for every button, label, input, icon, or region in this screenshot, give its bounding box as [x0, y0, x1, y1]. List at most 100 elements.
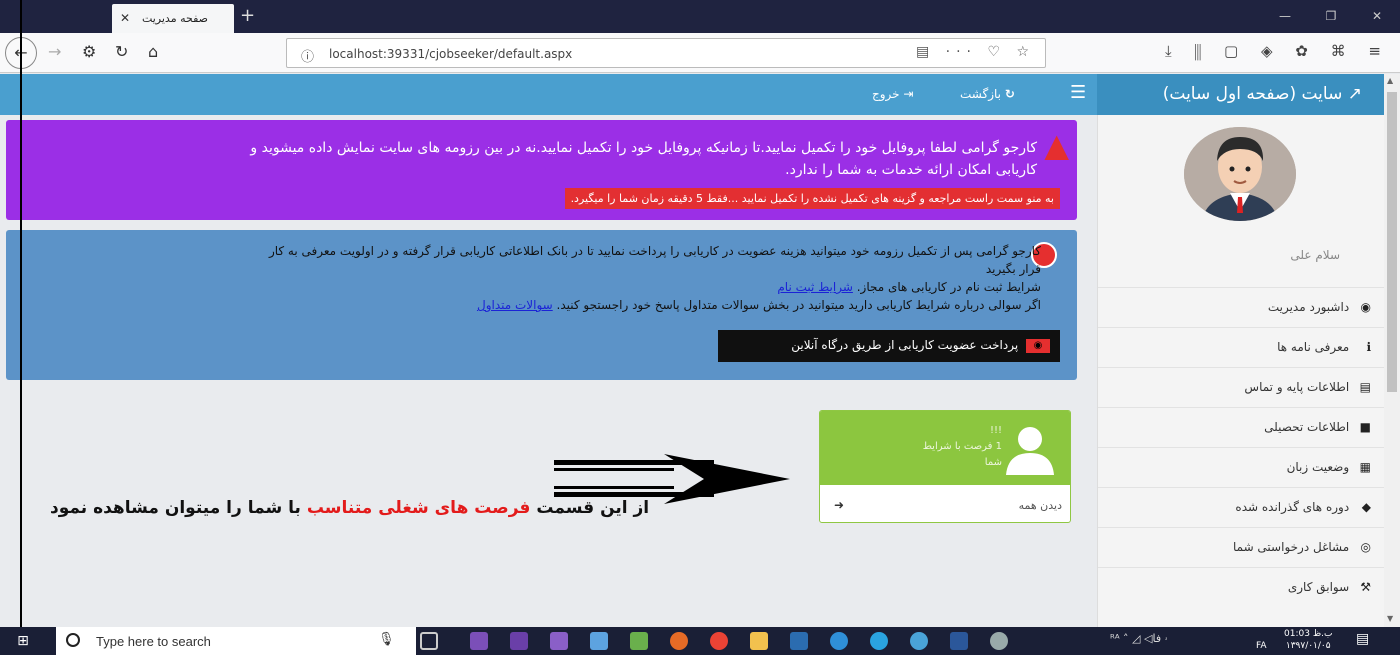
tab-close-icon[interactable]: ✕	[120, 11, 130, 25]
app-icon-4[interactable]	[910, 632, 928, 650]
view-all-link[interactable]: دیدن همه ➜	[820, 487, 1070, 522]
firefox-icon[interactable]	[670, 632, 688, 650]
site-info-icon[interactable]: ⓘ	[301, 46, 314, 65]
input-language[interactable]: FA	[1256, 641, 1267, 651]
tray-icons[interactable]: ᴿᴬ ˄ ◿ ◁ۥ فا	[1110, 632, 1167, 645]
action-center-icon[interactable]: ▤	[1356, 631, 1369, 647]
sidebar-item-requested-jobs[interactable]: ◎ مشاغل درخواستی شما	[1098, 527, 1384, 567]
sidebar-item-label: اطلاعات تحصیلی	[1264, 420, 1350, 434]
file-explorer-icon[interactable]	[750, 632, 768, 650]
sidebar: سلام علی ◉ داشبورد مدیریت ℹ معرفی نامه ه…	[1097, 115, 1384, 627]
browser-toolbar-icons[interactable]: ⤓ ⫼ ▢ ◈ ✿ ⌘ ≡	[1165, 42, 1390, 60]
annotation-part3: با شما را میتوان مشاهده نمود	[50, 498, 301, 518]
hamburger-menu-icon[interactable]: ☰	[1070, 82, 1086, 103]
view-all-label: دیدن همه	[1018, 499, 1062, 512]
user-avatar-illustration	[1184, 127, 1296, 221]
sidebar-item-work-history[interactable]: ⚒ سوابق کاری	[1098, 567, 1384, 607]
minimize-button[interactable]: —	[1262, 0, 1308, 33]
graduation-cap-icon: ◆	[1361, 500, 1371, 514]
warning-icon: ▲	[1044, 126, 1069, 164]
app-icon-5[interactable]	[990, 632, 1008, 650]
contact-card-icon: ▤	[1359, 380, 1371, 394]
forward-button[interactable]: →	[48, 42, 61, 61]
vs-code-icon[interactable]	[550, 632, 568, 650]
app-icon-1[interactable]	[590, 632, 608, 650]
registration-terms-link[interactable]: شرایط ثبت نام	[777, 280, 853, 294]
avatar	[1184, 127, 1296, 221]
windows-start-icon[interactable]: ⊞	[0, 627, 46, 655]
profile-incomplete-alert: ▲ کارجو گرامی لطفا پروفایل خود را تکمیل …	[6, 120, 1077, 220]
page-scrollbar[interactable]: ▲ ▼	[1384, 74, 1400, 627]
address-bar[interactable]: ⓘ localhost:39331/cjobseeker/default.asp…	[286, 38, 1046, 68]
job-opportunities-card: !!! 1 فرصت با شرایط شما دیدن همه ➜	[819, 410, 1071, 523]
sidebar-item-label: داشبورد مدیریت	[1267, 300, 1350, 314]
sidebar-item-language[interactable]: ▦ وضعیت زبان	[1098, 447, 1384, 487]
app-icon-2[interactable]	[630, 632, 648, 650]
word-icon[interactable]	[950, 632, 968, 650]
new-tab-button[interactable]: +	[240, 5, 255, 26]
cortana-icon	[66, 633, 80, 647]
site-home-link[interactable]: ↗ سایت (صفحه اول سایت)	[1097, 74, 1384, 115]
scroll-up-icon[interactable]: ▲	[1387, 76, 1393, 85]
user-icon	[1006, 427, 1054, 475]
faq-text: اگر سوالی درباره شرایط کاریابی دارید میت…	[556, 298, 1041, 312]
sidebar-item-label: دوره های گذرانده شده	[1235, 500, 1350, 514]
visual-studio-icon[interactable]	[470, 632, 488, 650]
chrome-icon[interactable]	[710, 632, 728, 650]
clock-date: ۱۳۹۷/۰۱/۰۵	[1285, 641, 1331, 651]
terms-text: شرایط ثبت نام در کاریابی های مجاز.	[856, 280, 1041, 294]
restore-button[interactable]: ❐	[1308, 0, 1354, 33]
faq-line: اگر سوالی درباره شرایط کاریابی دارید میت…	[477, 298, 1041, 312]
annotation-text: از این قسمت فرصت های شغلی متناسب با شما …	[50, 498, 649, 518]
annotation-vertical-line	[20, 0, 22, 627]
clock-time: 01:03 ب.ظ	[1284, 629, 1333, 639]
reload-button[interactable]: ↻	[115, 42, 128, 61]
logout-link[interactable]: ⇥ خروج	[872, 87, 913, 101]
back-link[interactable]: ↻ بازگشت	[960, 87, 1015, 101]
window-controls: — ❐ ✕	[1262, 0, 1400, 33]
tools-icon[interactable]: ⚙	[82, 42, 96, 61]
microphone-icon[interactable]: 🎙	[378, 632, 395, 647]
search-placeholder: Type here to search	[96, 634, 211, 649]
sidebar-item-dashboard[interactable]: ◉ داشبورد مدیریت	[1098, 287, 1384, 327]
greeting-username: سلام علی	[1290, 248, 1340, 262]
url-text[interactable]: localhost:39331/cjobseeker/default.aspx	[329, 47, 572, 61]
membership-text-line2: قرار بگیرید	[985, 262, 1041, 276]
pay-button-label: پرداخت عضویت کاریابی از طریق درگاه آنلای…	[791, 338, 1019, 352]
sidebar-item-label: مشاغل درخواستی شما	[1232, 540, 1350, 554]
system-tray[interactable]: ᴿᴬ ˄ ◿ ◁ۥ فا	[1110, 632, 1167, 646]
taskbar-search-box[interactable]: Type here to search 🎙	[56, 627, 416, 655]
external-link-icon: ↗	[1347, 84, 1362, 104]
app-icon-3[interactable]	[830, 632, 848, 650]
close-window-button[interactable]: ✕	[1354, 0, 1400, 33]
arrow-circle-icon: ➜	[834, 498, 845, 512]
annotation-part1: از این قسمت	[536, 498, 650, 518]
annotation-part2: فرصت های شغلی متناسب	[306, 498, 531, 518]
tab-title: صفحه مدیریت	[141, 12, 208, 25]
scroll-down-icon[interactable]: ▼	[1387, 614, 1393, 623]
task-view-icon[interactable]	[420, 632, 438, 650]
logout-label: خروج	[872, 87, 900, 101]
sidebar-item-courses[interactable]: ◆ دوره های گذرانده شده	[1098, 487, 1384, 527]
sidebar-item-label: وضعیت زبان	[1286, 460, 1350, 474]
photoshop-icon[interactable]	[790, 632, 808, 650]
annotation-arrow	[554, 454, 790, 504]
home-button[interactable]: ⌂	[148, 42, 158, 61]
membership-text-line1: کارجو گرامی پس از تکمیل رزومه خود میتوان…	[268, 244, 1041, 258]
card-count: !!!	[989, 425, 1002, 436]
tab-admin-page[interactable]: صفحه مدیریت ✕	[112, 4, 234, 33]
sidebar-item-education[interactable]: ■ اطلاعات تحصیلی	[1098, 407, 1384, 447]
faq-link[interactable]: سوالات متداول	[477, 298, 553, 312]
alert-text-line1: کارجو گرامی لطفا پروفایل خود را تکمیل نم…	[250, 140, 1037, 156]
card-text: !!! 1 فرصت با شرایط شما	[892, 423, 1002, 471]
brand-label: سایت (صفحه اول سایت)	[1162, 84, 1343, 104]
sidebar-item-contact-info[interactable]: ▤ اطلاعات پایه و تماس	[1098, 367, 1384, 407]
pay-membership-button[interactable]: ◉ پرداخت عضویت کاریابی از طریق درگاه آنل…	[718, 330, 1060, 362]
telegram-icon[interactable]	[870, 632, 888, 650]
scroll-thumb[interactable]	[1387, 92, 1397, 392]
page-actions-icons[interactable]: ▤ ··· ♡ ☆	[916, 44, 1035, 60]
sidebar-item-referrals[interactable]: ℹ معرفی نامه ها	[1098, 327, 1384, 367]
taskbar-clock[interactable]: 01:03 ب.ظ ۱۳۹۷/۰۱/۰۵	[1284, 628, 1332, 652]
visual-studio-alt-icon[interactable]	[510, 632, 528, 650]
windows-taskbar: ⊞ Type here to search 🎙 ᴿᴬ ˄ ◿ ◁ۥ فا 01:…	[0, 627, 1400, 655]
